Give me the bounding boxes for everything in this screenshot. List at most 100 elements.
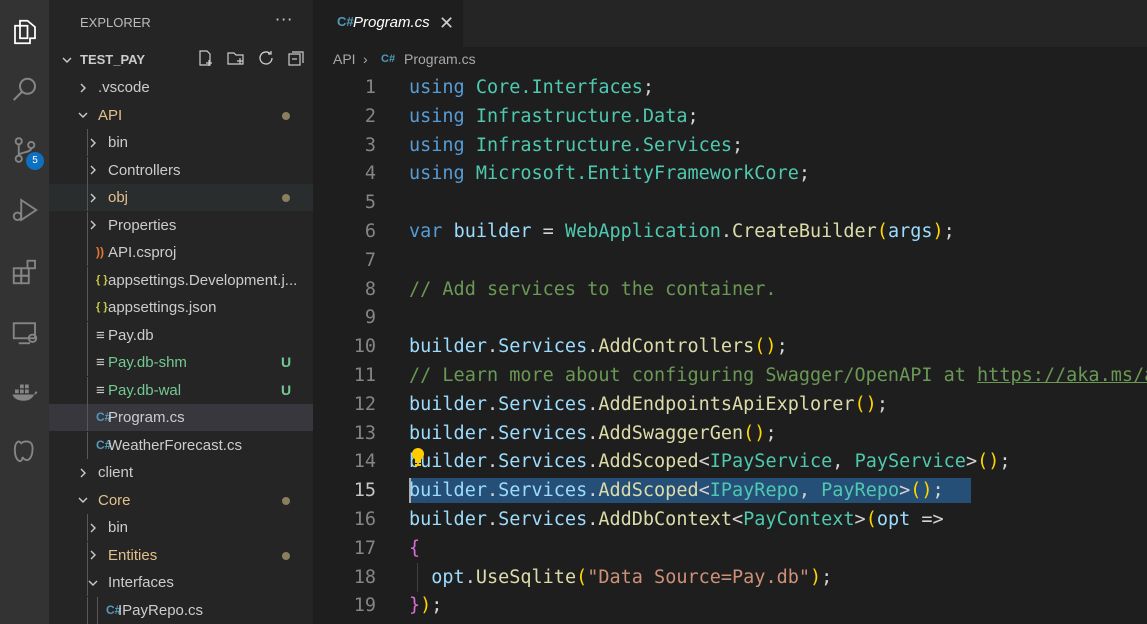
- code-line[interactable]: 18 opt.UseSqlite("Data Source=Pay.db");: [313, 562, 1147, 592]
- chevron-right-icon: [86, 212, 100, 239]
- code-text: builder.Services.AddDbContext<PayContext…: [409, 505, 944, 534]
- file-weatherforecast-cs[interactable]: C# WeatherForecast.cs: [49, 431, 313, 459]
- tree-item-label: Pay.db: [108, 326, 154, 344]
- code-token: PayContext: [743, 509, 855, 530]
- code-token: .: [587, 509, 599, 530]
- code-token: Services: [498, 451, 588, 473]
- code-token: =: [531, 221, 565, 242]
- folder-bin[interactable]: bin: [49, 129, 313, 156]
- chevron-down-icon: [76, 487, 90, 514]
- tree-item-label: API.csproj: [108, 244, 177, 261]
- tree-item-label: Pay.db-shm: [108, 354, 187, 371]
- code-token: builder: [409, 422, 487, 444]
- breadcrumb-api[interactable]: API: [333, 51, 356, 67]
- code-line[interactable]: 3 using Infrastructure.Services;: [313, 131, 1147, 160]
- code-token: .: [720, 221, 733, 242]
- collapse-all-icon[interactable]: [286, 48, 306, 68]
- folder-bin[interactable]: bin: [49, 514, 313, 541]
- code-token: .: [587, 451, 599, 473]
- code-text: });: [409, 591, 442, 620]
- folder-entities[interactable]: Entities: [49, 541, 313, 569]
- tree-item-label: bin: [108, 134, 129, 151]
- chevron-right-icon: [86, 129, 100, 156]
- code-line[interactable]: 16 builder.Services.AddDbContext<PayConte…: [313, 505, 1147, 534]
- code-token: (): [854, 393, 877, 415]
- file-pay-db[interactable]: ≡ Pay.db: [49, 321, 313, 349]
- tab-program-cs[interactable]: C# Program.cs ✕: [313, 0, 463, 47]
- code-line[interactable]: 17 {: [313, 534, 1147, 563]
- code-token: (): [754, 336, 777, 358]
- code-line[interactable]: 1 using Core.Interfaces;: [313, 73, 1147, 102]
- json-icon: { }: [96, 301, 108, 313]
- new-folder-icon[interactable]: [226, 48, 246, 68]
- folder-interfaces[interactable]: Interfaces: [49, 569, 313, 596]
- remote-explorer-icon[interactable]: [0, 312, 49, 352]
- files-icon[interactable]: [0, 12, 49, 52]
- file-pay-db-shm[interactable]: ≡ Pay.db-shm U: [49, 349, 313, 376]
- file-pay-db-wal[interactable]: ≡ Pay.db-wal U: [49, 376, 313, 404]
- folder-properties[interactable]: Properties: [49, 211, 313, 239]
- code-token: .: [486, 451, 499, 473]
- folder--vscode[interactable]: .vscode: [49, 74, 313, 101]
- code-line[interactable]: 19});: [313, 591, 1147, 620]
- code-token: .: [464, 566, 476, 588]
- refresh-icon[interactable]: [256, 48, 276, 68]
- file-program-cs[interactable]: C# Program.cs: [49, 404, 313, 431]
- code-token: ;: [776, 336, 788, 358]
- line-number: 7: [364, 249, 376, 271]
- code-line[interactable]: 15 builder.Services.AddScoped<IPayRepo, P…: [313, 476, 1147, 505]
- tree-item-label: obj: [108, 189, 129, 206]
- modified-dot: [282, 194, 290, 202]
- folder-api[interactable]: API: [49, 102, 313, 129]
- folder-client[interactable]: client: [49, 459, 313, 486]
- workspace-root-label: TEST_PAY: [80, 52, 146, 67]
- code-line[interactable]: 9: [313, 303, 1147, 332]
- run-debug-icon[interactable]: [0, 190, 49, 230]
- code-text: // Learn more about configuring Swagger/…: [409, 361, 1147, 390]
- lines-icon: ≡: [96, 381, 105, 399]
- code-text: builder.Services.AddSwaggerGen();: [409, 419, 777, 448]
- code-token[interactable]: https://aka.ms/aspnetcore/swashbuckle: [977, 365, 1147, 386]
- tab-bar: C# Program.cs ✕: [313, 0, 1147, 47]
- code-line[interactable]: 7: [313, 246, 1147, 275]
- file-appsettings-development-j[interactable]: { } appsettings.Development.j...: [49, 266, 313, 294]
- search-icon[interactable]: [0, 70, 49, 110]
- folder-obj[interactable]: obj: [49, 184, 313, 211]
- csharp-icon: C#: [381, 53, 396, 65]
- code-line[interactable]: 11 // Learn more about configuring Swagge…: [313, 361, 1147, 390]
- lightbulb-icon[interactable]: [410, 447, 426, 469]
- docker-icon[interactable]: [0, 372, 49, 412]
- code-line[interactable]: 13 builder.Services.AddSwaggerGen();: [313, 419, 1147, 448]
- explorer-actions: [196, 48, 306, 68]
- code-line[interactable]: 2 using Infrastructure.Data;: [313, 102, 1147, 131]
- more-actions-icon[interactable]: ···: [275, 10, 293, 29]
- new-file-icon[interactable]: [196, 48, 216, 68]
- code-line[interactable]: 6 var builder = WebApplication.CreateBuil…: [313, 217, 1147, 246]
- extensions-icon[interactable]: [0, 252, 49, 292]
- explorer-panel: EXPLORER ··· TEST_PAY .vscode API bin Contr…: [49, 0, 313, 624]
- code-line[interactable]: 14 builder.Services.AddScoped<IPayService…: [313, 447, 1147, 476]
- code-editor[interactable]: 1 using Core.Interfaces; 2 using Infrastruc…: [313, 73, 1147, 624]
- code-line[interactable]: 12 builder.Services.AddEndpointsApiExplor…: [313, 390, 1147, 419]
- code-token: using: [409, 77, 465, 98]
- file-api-csproj[interactable]: )) API.csproj: [49, 239, 313, 266]
- code-token: AddScoped: [598, 480, 699, 502]
- csharp-icon: C#: [337, 14, 354, 29]
- lines-icon: ≡: [96, 326, 105, 344]
- file-ipayrepo-cs[interactable]: C# IPayRepo.cs: [49, 596, 313, 624]
- close-icon[interactable]: ✕: [439, 13, 454, 34]
- database-icon[interactable]: [0, 432, 49, 472]
- folder-controllers[interactable]: Controllers: [49, 156, 313, 184]
- code-line[interactable]: 5: [313, 188, 1147, 217]
- code-line[interactable]: 10 builder.Services.AddControllers();: [313, 332, 1147, 361]
- code-token: AddDbContext: [598, 509, 733, 530]
- code-line[interactable]: 4 using Microsoft.EntityFrameworkCore;: [313, 159, 1147, 188]
- code-line[interactable]: 8 // Add services to the container.: [313, 275, 1147, 304]
- file-appsettings-json[interactable]: { } appsettings.json: [49, 294, 313, 321]
- folder-core[interactable]: Core: [49, 487, 313, 514]
- line-number: 9: [364, 307, 376, 329]
- line-number: 5: [364, 192, 376, 214]
- breadcrumb-file[interactable]: Program.cs: [404, 51, 476, 67]
